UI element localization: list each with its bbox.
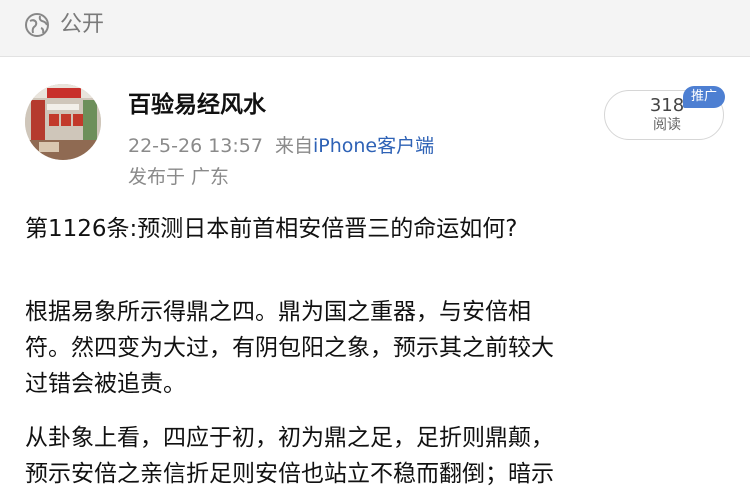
- paragraph-line: 预示安倍之亲信折足则安倍也站立不稳而翻倒；暗示: [25, 461, 554, 487]
- source-prefix: 来自: [274, 135, 313, 157]
- promo-badge[interactable]: 推广: [683, 86, 725, 108]
- author-name[interactable]: 百验易经风水: [128, 90, 266, 120]
- post-meta: 22-5-26 13:57 来自iPhone客户端: [128, 133, 434, 159]
- post-location: 发布于 广东: [128, 166, 230, 188]
- paragraph-line: 过错会被追责。: [25, 371, 186, 397]
- paragraph-line: 根据易象所示得鼎之四。鼎为国之重器，与安倍相: [25, 299, 531, 325]
- avatar-shop-photo: [25, 84, 101, 160]
- avatar[interactable]: [25, 84, 101, 160]
- header-divider: [0, 56, 750, 57]
- visibility-label[interactable]: 公开: [60, 10, 104, 40]
- post-paragraph-2: 从卦象上看，四应于初，初为鼎之足，足折则鼎颠， 预示安倍之亲信折足则安倍也站立不…: [25, 420, 725, 492]
- post-paragraph-1: 根据易象所示得鼎之四。鼎为国之重器，与安倍相 符。然四变为大过，有阴包阳之象，预…: [25, 294, 725, 402]
- visibility-bar: 公开: [0, 0, 750, 56]
- paragraph-line: 从卦象上看，四应于初，初为鼎之足，足折则鼎颠，: [25, 425, 554, 451]
- paragraph-line: 符。然四变为大过，有阴包阳之象，预示其之前较大: [25, 335, 554, 361]
- globe-icon: [25, 13, 49, 37]
- view-count-label: 阅读: [653, 117, 681, 133]
- weibo-post-page: 公开 百验易经风水 22-5-26 13:57 来自iPhone客户端 发布于 广…: [0, 0, 750, 500]
- post-title: 第1126条:预测日本前首相安倍晋三的命运如何?: [25, 216, 518, 242]
- source-client-link[interactable]: iPhone客户端: [313, 135, 434, 157]
- post-datetime: 22-5-26 13:57: [128, 135, 263, 157]
